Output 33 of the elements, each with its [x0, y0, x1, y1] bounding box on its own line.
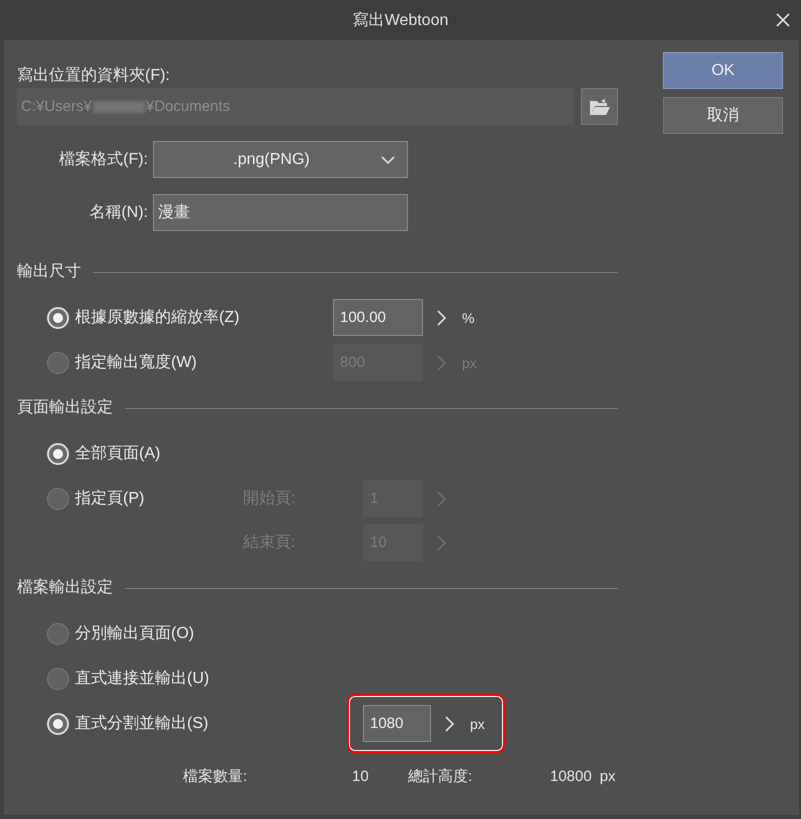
caret-icon: [381, 156, 395, 164]
field-label: 名稱(N):: [88, 202, 148, 222]
radio-button[interactable]: [47, 668, 69, 690]
summary-label: 檔案數量:: [183, 766, 248, 786]
number-field[interactable]: 100.00: [333, 299, 423, 336]
folder-icon: [588, 98, 610, 116]
radio-label[interactable]: 根據原數據的縮放率(Z): [75, 307, 240, 328]
section-title: 輸出尺寸: [17, 262, 81, 282]
number-field[interactable]: 1080: [363, 705, 431, 742]
cancel-button[interactable]: 取消: [663, 97, 783, 134]
unit-label: %: [462, 310, 474, 326]
radio-label[interactable]: 直式分割並輸出(S): [75, 713, 208, 734]
close-icon[interactable]: [775, 12, 791, 28]
field-label: 檔案格式(F):: [58, 150, 148, 170]
format-dropdown[interactable]: .png(PNG): [153, 141, 408, 178]
summary-label: 總計高度:: [408, 766, 474, 786]
radio-button[interactable]: [47, 622, 69, 644]
unit-label: px: [470, 716, 485, 732]
file-count: 10: [352, 768, 370, 784]
section-title: 檔案輸出設定: [17, 578, 113, 598]
unit-label: px: [600, 768, 616, 784]
ok-button[interactable]: OK: [663, 52, 783, 89]
radio-label[interactable]: 全部頁面(A): [75, 443, 160, 464]
total-height: 10800: [550, 768, 592, 784]
browse-folder-button[interactable]: [581, 88, 618, 125]
name-field[interactable]: 漫畫: [153, 194, 408, 231]
radio-label[interactable]: 直式連接並輸出(U): [75, 668, 210, 689]
window-title: 寫出Webtoon: [352, 10, 448, 30]
radio-label[interactable]: 分別輸出頁面(O): [75, 623, 194, 644]
section-title: 頁面輸出設定: [17, 398, 113, 418]
radio-label[interactable]: 指定頁(P): [75, 488, 144, 509]
radio-button[interactable]: [47, 488, 69, 510]
field-label: 寫出位置的資料夾(F):: [17, 66, 171, 86]
